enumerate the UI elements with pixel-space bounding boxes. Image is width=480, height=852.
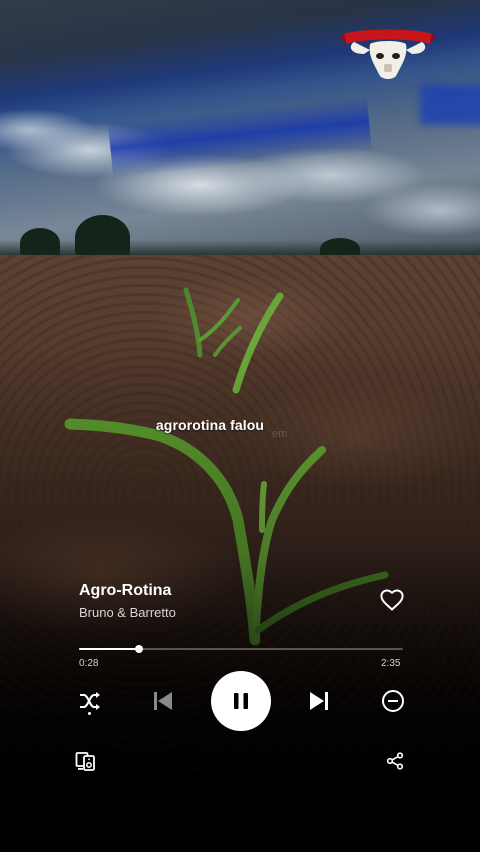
shuffle-button[interactable] bbox=[77, 689, 103, 713]
minus-circle-icon bbox=[382, 690, 404, 712]
play-pause-button[interactable] bbox=[211, 671, 271, 731]
remove-from-queue-button[interactable] bbox=[380, 688, 406, 714]
previous-button[interactable] bbox=[150, 688, 176, 714]
lyric-next-fragment: em bbox=[272, 428, 288, 440]
total-time: 2:35 bbox=[381, 658, 401, 669]
pause-icon bbox=[234, 693, 248, 709]
shuffle-icon bbox=[80, 692, 100, 710]
progress-thumb[interactable] bbox=[135, 645, 144, 653]
like-button[interactable] bbox=[379, 588, 405, 612]
next-button[interactable] bbox=[306, 688, 332, 714]
bull-skull-logo bbox=[340, 29, 436, 79]
track-artist[interactable]: Bruno & Barretto bbox=[79, 605, 176, 620]
lyric-line: agrorotina falou bbox=[155, 417, 265, 433]
shuffle-active-dot bbox=[88, 712, 91, 715]
connect-device-icon bbox=[75, 752, 95, 771]
track-title[interactable]: Agro-Rotina bbox=[79, 582, 171, 600]
share-button[interactable] bbox=[385, 751, 405, 771]
connect-devices-button[interactable] bbox=[75, 750, 97, 772]
skip-next-icon bbox=[310, 692, 328, 710]
heart-icon bbox=[380, 589, 404, 611]
skip-previous-icon bbox=[154, 692, 172, 710]
progress-fill bbox=[79, 648, 140, 650]
progress-bar[interactable] bbox=[79, 644, 403, 654]
share-icon bbox=[386, 752, 404, 770]
elapsed-time: 0:28 bbox=[79, 658, 99, 669]
